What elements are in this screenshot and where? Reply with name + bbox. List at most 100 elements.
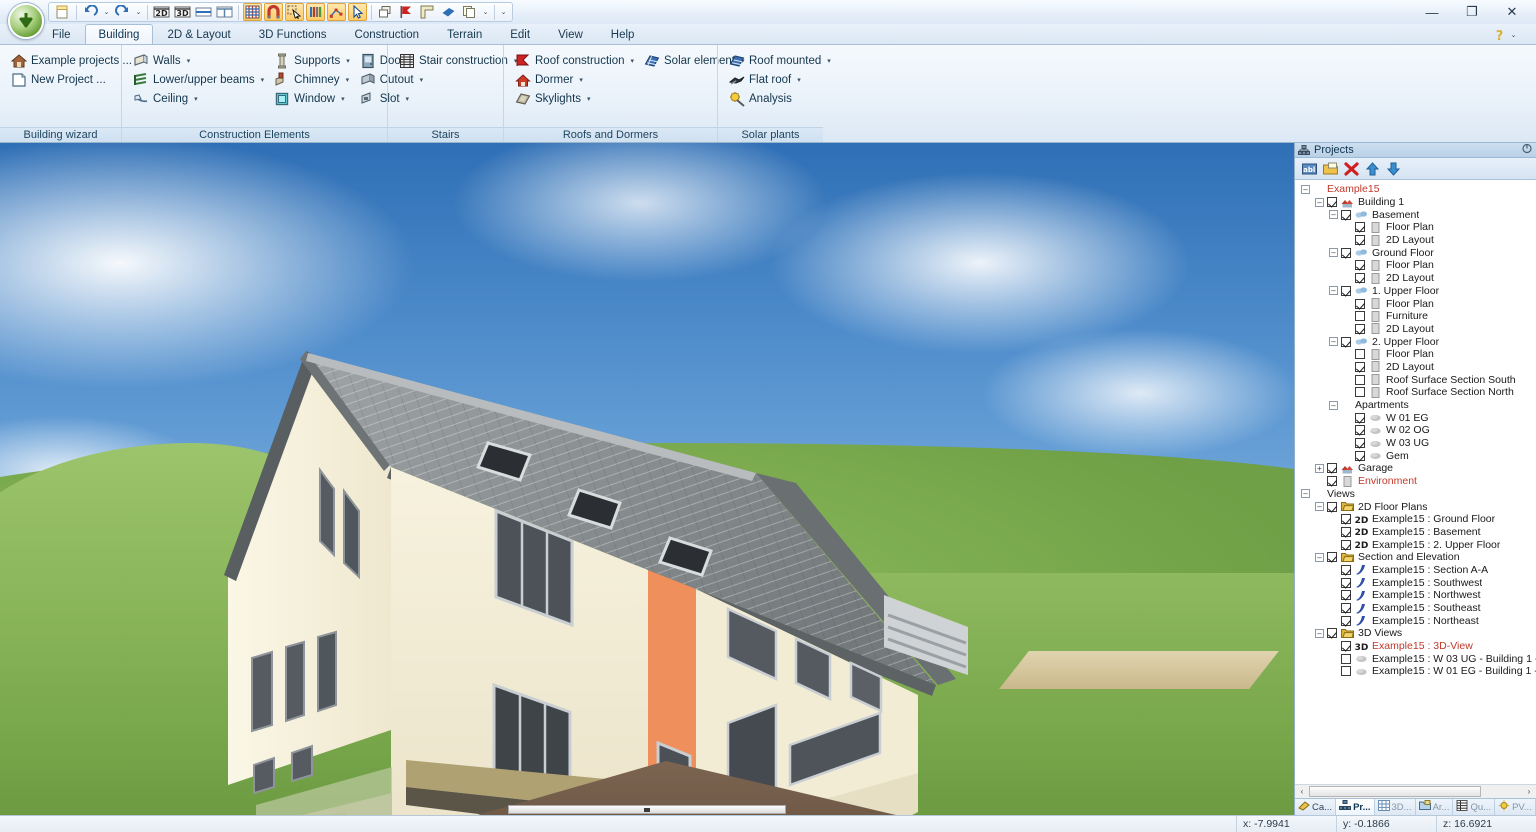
scroll-right-icon[interactable]: › [1522, 785, 1536, 798]
tab-construction[interactable]: Construction [341, 24, 434, 44]
tree-item-checkbox[interactable] [1355, 349, 1365, 359]
properties-icon[interactable] [1322, 161, 1338, 177]
ribbon-item-ceiling[interactable]: Ceiling▾ [128, 89, 269, 108]
tree-item-checkbox[interactable] [1341, 666, 1351, 676]
tree-item-checkbox[interactable] [1355, 235, 1365, 245]
tree-item[interactable]: –Basement [1297, 208, 1536, 221]
tree-collapse-icon[interactable]: – [1301, 489, 1310, 498]
tree-item-checkbox[interactable] [1341, 641, 1351, 651]
tree-item[interactable]: –1. Upper Floor [1297, 285, 1536, 298]
pin-icon[interactable] [1521, 143, 1533, 157]
tree-item[interactable]: Example15 : W 03 UG - Building 1 - [1297, 652, 1536, 665]
tree-item[interactable]: W 01 EG [1297, 411, 1536, 424]
tree-item[interactable]: –Ground Floor [1297, 246, 1536, 259]
maximize-button[interactable]: ❐ [1452, 2, 1492, 22]
tree-item-checkbox[interactable] [1355, 451, 1365, 461]
grid-snap-icon[interactable] [243, 3, 262, 21]
ribbon-item-lower-upper-beams[interactable]: Lower/upper beams▾ [128, 70, 269, 89]
view-2d-icon[interactable]: 2D [152, 3, 171, 21]
tree-item-checkbox[interactable] [1355, 311, 1365, 321]
3d-viewport[interactable] [0, 143, 1294, 815]
undo-icon[interactable] [81, 3, 100, 21]
tab-file[interactable]: File [38, 24, 85, 44]
tree-item[interactable]: Floor Plan [1297, 348, 1536, 361]
new-document-icon[interactable] [53, 3, 72, 21]
tree-item-checkbox[interactable] [1355, 222, 1365, 232]
tree-item-checkbox[interactable] [1341, 616, 1351, 626]
dropdown-caret-icon[interactable]: ▾ [346, 57, 350, 65]
view-3d-icon[interactable]: 3D [173, 3, 192, 21]
tree-item[interactable]: 2D Layout [1297, 234, 1536, 247]
magnet-snap-icon[interactable] [264, 3, 283, 21]
ribbon-item-new-project[interactable]: New Project ... [6, 70, 137, 89]
horizontal-split-icon[interactable] [194, 3, 213, 21]
dock-tab-quantity[interactable]: Qu... [1453, 799, 1495, 815]
tree-collapse-icon[interactable]: – [1329, 401, 1338, 410]
flag-red-icon[interactable] [397, 3, 416, 21]
tab-terrain[interactable]: Terrain [433, 24, 496, 44]
tree-item[interactable]: Floor Plan [1297, 297, 1536, 310]
projects-tree-horizontal-scrollbar[interactable]: ‹ › [1295, 784, 1536, 798]
tree-item[interactable]: –Building 1 [1297, 196, 1536, 209]
tree-item[interactable]: –2D Floor Plans [1297, 500, 1536, 513]
help-dropdown-caret-icon[interactable]: ⌄ [1509, 31, 1518, 39]
dock-tab-architecture[interactable]: Ar... [1416, 799, 1454, 815]
tab-building[interactable]: Building [85, 24, 154, 44]
tree-item[interactable]: Roof Surface Section South [1297, 373, 1536, 386]
rename-icon[interactable]: abl [1301, 161, 1317, 177]
ribbon-item-flat-roof[interactable]: Flat roof▾ [724, 70, 836, 89]
tree-item[interactable]: 2DExample15 : Ground Floor [1297, 513, 1536, 526]
tree-item-checkbox[interactable] [1341, 603, 1351, 613]
redo-icon[interactable] [113, 3, 132, 21]
tree-item-checkbox[interactable] [1341, 654, 1351, 664]
tree-item[interactable]: W 02 OG [1297, 424, 1536, 437]
tree-collapse-icon[interactable]: – [1301, 185, 1310, 194]
ribbon-item-skylights[interactable]: Skylights▾ [510, 89, 639, 108]
scroll-track[interactable] [1309, 785, 1522, 798]
dock-tab-projects[interactable]: Pr... [1336, 799, 1374, 815]
tree-item[interactable]: 3DExample15 : 3D-View [1297, 640, 1536, 653]
tree-item[interactable]: Floor Plan [1297, 259, 1536, 272]
tab-2d-layout[interactable]: 2D & Layout [153, 24, 244, 44]
undo-dropdown-caret-icon[interactable]: ⌄ [102, 8, 111, 16]
tree-item[interactable]: Example15 : Northwest [1297, 589, 1536, 602]
tree-collapse-icon[interactable]: – [1315, 502, 1324, 511]
tree-item[interactable]: Furniture [1297, 310, 1536, 323]
tree-item-checkbox[interactable] [1327, 502, 1337, 512]
tree-item[interactable]: –Example15 [1297, 183, 1536, 196]
tree-item[interactable]: –Apartments [1297, 399, 1536, 412]
dropdown-caret-icon[interactable]: ▾ [187, 57, 191, 65]
tree-collapse-icon[interactable]: – [1329, 210, 1338, 219]
tree-item[interactable]: Floor Plan [1297, 221, 1536, 234]
ribbon-item-walls[interactable]: Walls▾ [128, 51, 269, 70]
tree-item[interactable]: –Section and Elevation [1297, 551, 1536, 564]
qat-overflow-icon[interactable]: ⌄ [499, 8, 508, 16]
dock-tab-catalog[interactable]: Ca... [1295, 799, 1336, 815]
tree-item[interactable]: Roof Surface Section North [1297, 386, 1536, 399]
tree-collapse-icon[interactable]: – [1315, 629, 1324, 638]
tree-item-checkbox[interactable] [1341, 248, 1351, 258]
tree-item-checkbox[interactable] [1341, 590, 1351, 600]
tree-item-checkbox[interactable] [1355, 260, 1365, 270]
duplicate-icon[interactable] [460, 3, 479, 21]
tree-item-checkbox[interactable] [1355, 438, 1365, 448]
dock-tab-3d-objects[interactable]: 3D... [1375, 799, 1416, 815]
tree-item-checkbox[interactable] [1341, 210, 1351, 220]
tree-item[interactable]: Environment [1297, 475, 1536, 488]
tree-item[interactable]: Gem [1297, 449, 1536, 462]
tree-item[interactable]: Example15 : Section A-A [1297, 564, 1536, 577]
tree-item-checkbox[interactable] [1327, 628, 1337, 638]
tree-collapse-icon[interactable]: – [1329, 337, 1338, 346]
tree-item[interactable]: –2. Upper Floor [1297, 335, 1536, 348]
tree-item[interactable]: 2DExample15 : 2. Upper Floor [1297, 538, 1536, 551]
dropdown-caret-icon[interactable]: ▾ [579, 76, 583, 84]
ribbon-item-analysis[interactable]: Analysis [724, 89, 836, 108]
dock-tab-pv[interactable]: PV... [1495, 799, 1536, 815]
fill-icon[interactable] [439, 3, 458, 21]
dropdown-caret-icon[interactable]: ▾ [194, 95, 198, 103]
tree-item[interactable]: +Garage [1297, 462, 1536, 475]
tab-edit[interactable]: Edit [496, 24, 544, 44]
layers-icon[interactable] [306, 3, 325, 21]
tree-item-checkbox[interactable] [1341, 565, 1351, 575]
tree-item-checkbox[interactable] [1355, 375, 1365, 385]
